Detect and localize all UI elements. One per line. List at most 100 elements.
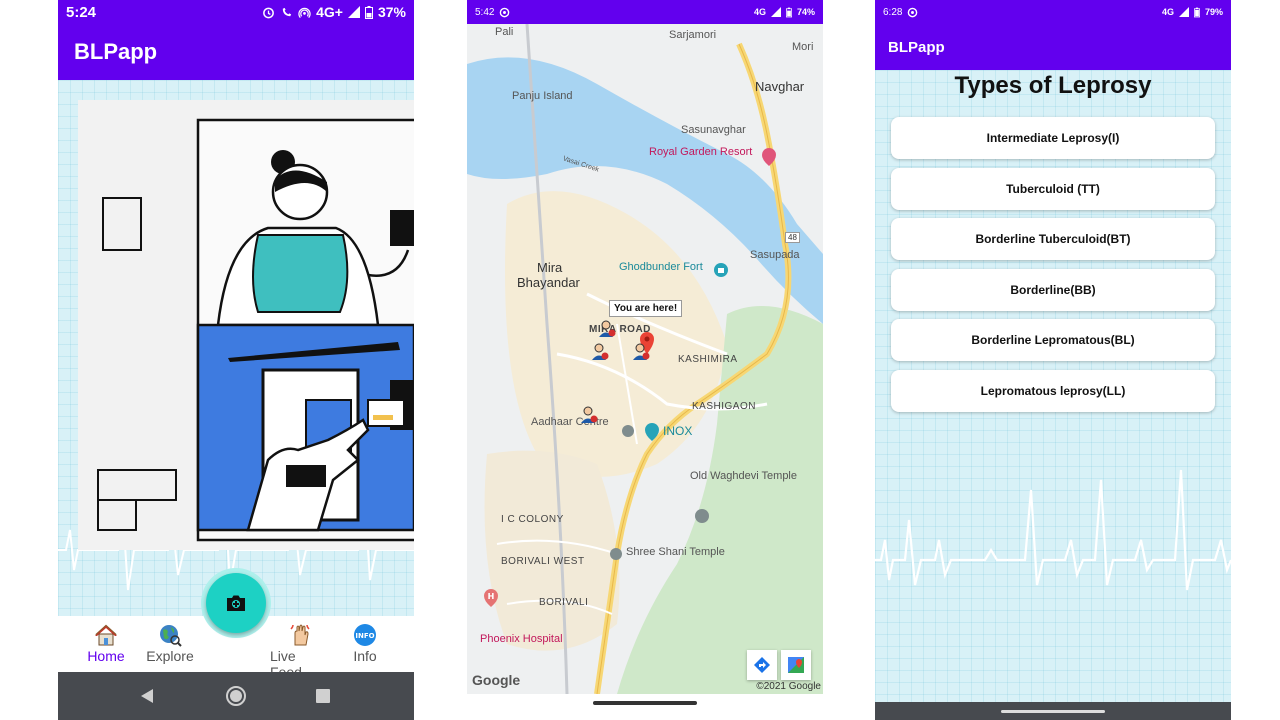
hotspot-icon (298, 7, 311, 18)
map-label: Sarjamori (669, 29, 717, 41)
sync-icon (908, 7, 918, 17)
status-time: 6:28 (883, 6, 903, 18)
battery-icon (364, 5, 373, 19)
status-time: 5:42 (475, 6, 495, 18)
directions-icon (754, 657, 770, 673)
status-time: 5:24 (66, 3, 97, 21)
leprosy-types-list: Intermediate Leprosy(I) Tuberculoid (TT)… (891, 117, 1215, 420)
info-icon: INFO (352, 622, 378, 648)
phone-home-screen: 5:24 4G+ 37% BLPapp Home Explore Live IN… (58, 0, 414, 720)
home-icon (93, 622, 119, 648)
gesture-handle[interactable] (1001, 710, 1105, 713)
doctor-marker-icon[interactable] (632, 343, 650, 361)
map-label: Mori (792, 41, 814, 53)
map-view[interactable]: Pali Sarjamori Mori Navghar Panju Island… (467, 24, 823, 694)
status-bar: 6:28 4G 79% (875, 0, 1231, 24)
nav-explore-label: Explore (146, 648, 194, 664)
map-label: KASHIMIRA (678, 354, 738, 365)
map-poi-label: INOX (663, 424, 693, 438)
signal-icon (347, 6, 360, 18)
map-label: Sasunavghar (681, 124, 746, 136)
phone-map-screen: 5:42 4G 74% Pali Sarjamori Mori Navghar … (467, 0, 823, 720)
battery-level: 74% (796, 7, 815, 17)
map-label: Navghar (755, 79, 805, 94)
map-label: Panju Island (512, 90, 573, 102)
type-button-lepromatous[interactable]: Lepromatous leprosy(LL) (891, 369, 1215, 412)
status-bar: 5:24 4G+ 37% (58, 0, 414, 24)
type-button-intermediate[interactable]: Intermediate Leprosy(I) (891, 117, 1215, 159)
status-bar: 5:42 4G 74% (467, 0, 823, 24)
google-logo: Google (472, 672, 521, 688)
page-title: Types of Leprosy (954, 72, 1152, 99)
shani-temple-pin-icon (610, 548, 622, 560)
map-poi-label: Ghodbunder Fort (619, 261, 703, 273)
camera-fab-button[interactable] (206, 573, 266, 633)
recents-icon[interactable] (316, 689, 330, 703)
type-button-borderline-tuberculoid[interactable]: Borderline Tuberculoid(BT) (891, 218, 1215, 260)
nav-home[interactable]: Home (76, 622, 136, 664)
type-button-borderline-lepromatous[interactable]: Borderline Lepromatous(BL) (891, 319, 1215, 361)
app-bar: BLPapp (58, 24, 414, 80)
map-poi-label: Royal Garden Resort (649, 146, 753, 158)
nav-home-label: Home (87, 648, 125, 664)
map-label: Sasupada (750, 249, 800, 261)
app-bar: BLPapp (875, 24, 1231, 70)
type-button-tuberculoid[interactable]: Tuberculoid (TT) (891, 167, 1215, 210)
hero-illustration (78, 100, 414, 550)
inox-pin-icon (645, 423, 659, 441)
map-label: Old Waghdevi Temple (690, 470, 797, 482)
resort-pin-icon (762, 148, 776, 166)
doctor-marker-icon[interactable] (598, 320, 616, 338)
directions-button[interactable] (747, 650, 777, 680)
live-feed-icon (287, 622, 313, 648)
open-in-maps-button[interactable] (781, 650, 811, 680)
sync-icon (500, 7, 510, 17)
network-type: 4G (753, 7, 766, 17)
map-label: Bhayandar (517, 275, 580, 290)
doctor-marker-icon[interactable] (591, 343, 609, 361)
signal-icon (770, 7, 781, 17)
aadhaar-pin-icon (622, 425, 634, 437)
type-button-borderline[interactable]: Borderline(BB) (891, 268, 1215, 311)
app-title: BLPapp (74, 39, 158, 64)
network-type: 4G+ (316, 4, 343, 20)
app-title: BLPapp (888, 38, 945, 56)
map-label: Shree Shani Temple (626, 546, 725, 558)
battery-icon (1193, 7, 1200, 17)
battery-icon (785, 7, 792, 17)
map-label: BORIVALI (539, 597, 589, 608)
nav-info[interactable]: INFO Info (335, 622, 395, 664)
map-poi-label: Phoenix Hospital (480, 633, 563, 645)
person-with-phone-illustration (97, 118, 414, 542)
nav-explore[interactable]: Explore (140, 622, 200, 664)
gesture-handle[interactable] (593, 701, 697, 705)
svg-text:H: H (488, 592, 495, 601)
map-label: BORIVALI WEST (501, 556, 585, 567)
back-icon[interactable] (140, 688, 154, 704)
map-label: Mira (537, 260, 563, 275)
home-circle-icon[interactable] (225, 685, 247, 707)
camera-icon (227, 595, 245, 611)
alarm-icon (263, 7, 274, 18)
hospital-pin-icon: H (484, 589, 498, 607)
fort-pin-icon (714, 263, 728, 277)
google-maps-icon (788, 657, 804, 673)
current-location-tooltip: You are here! (609, 300, 683, 317)
home-content (58, 80, 414, 616)
phone-types-screen: 6:28 4G 79% BLPapp Types of Leprosy Inte… (875, 0, 1231, 720)
map-label: I C COLONY (501, 514, 564, 525)
nav-info-label: Info (353, 648, 377, 664)
svg-text:INFO: INFO (355, 632, 374, 640)
battery-level: 79% (1204, 7, 1223, 17)
wifi-call-icon (282, 7, 292, 16)
system-navigation-bar (58, 672, 414, 720)
map-label: Pali (495, 26, 514, 38)
temple-pin-icon (695, 509, 709, 523)
map-label: KASHIGAON (692, 401, 756, 412)
globe-icon (157, 622, 183, 648)
network-type: 4G (1161, 7, 1174, 17)
doctor-marker-icon[interactable] (580, 406, 598, 424)
route-shield: 48 (785, 232, 800, 243)
signal-icon (1178, 7, 1189, 17)
map-copyright: ©2021 Google (756, 681, 821, 692)
